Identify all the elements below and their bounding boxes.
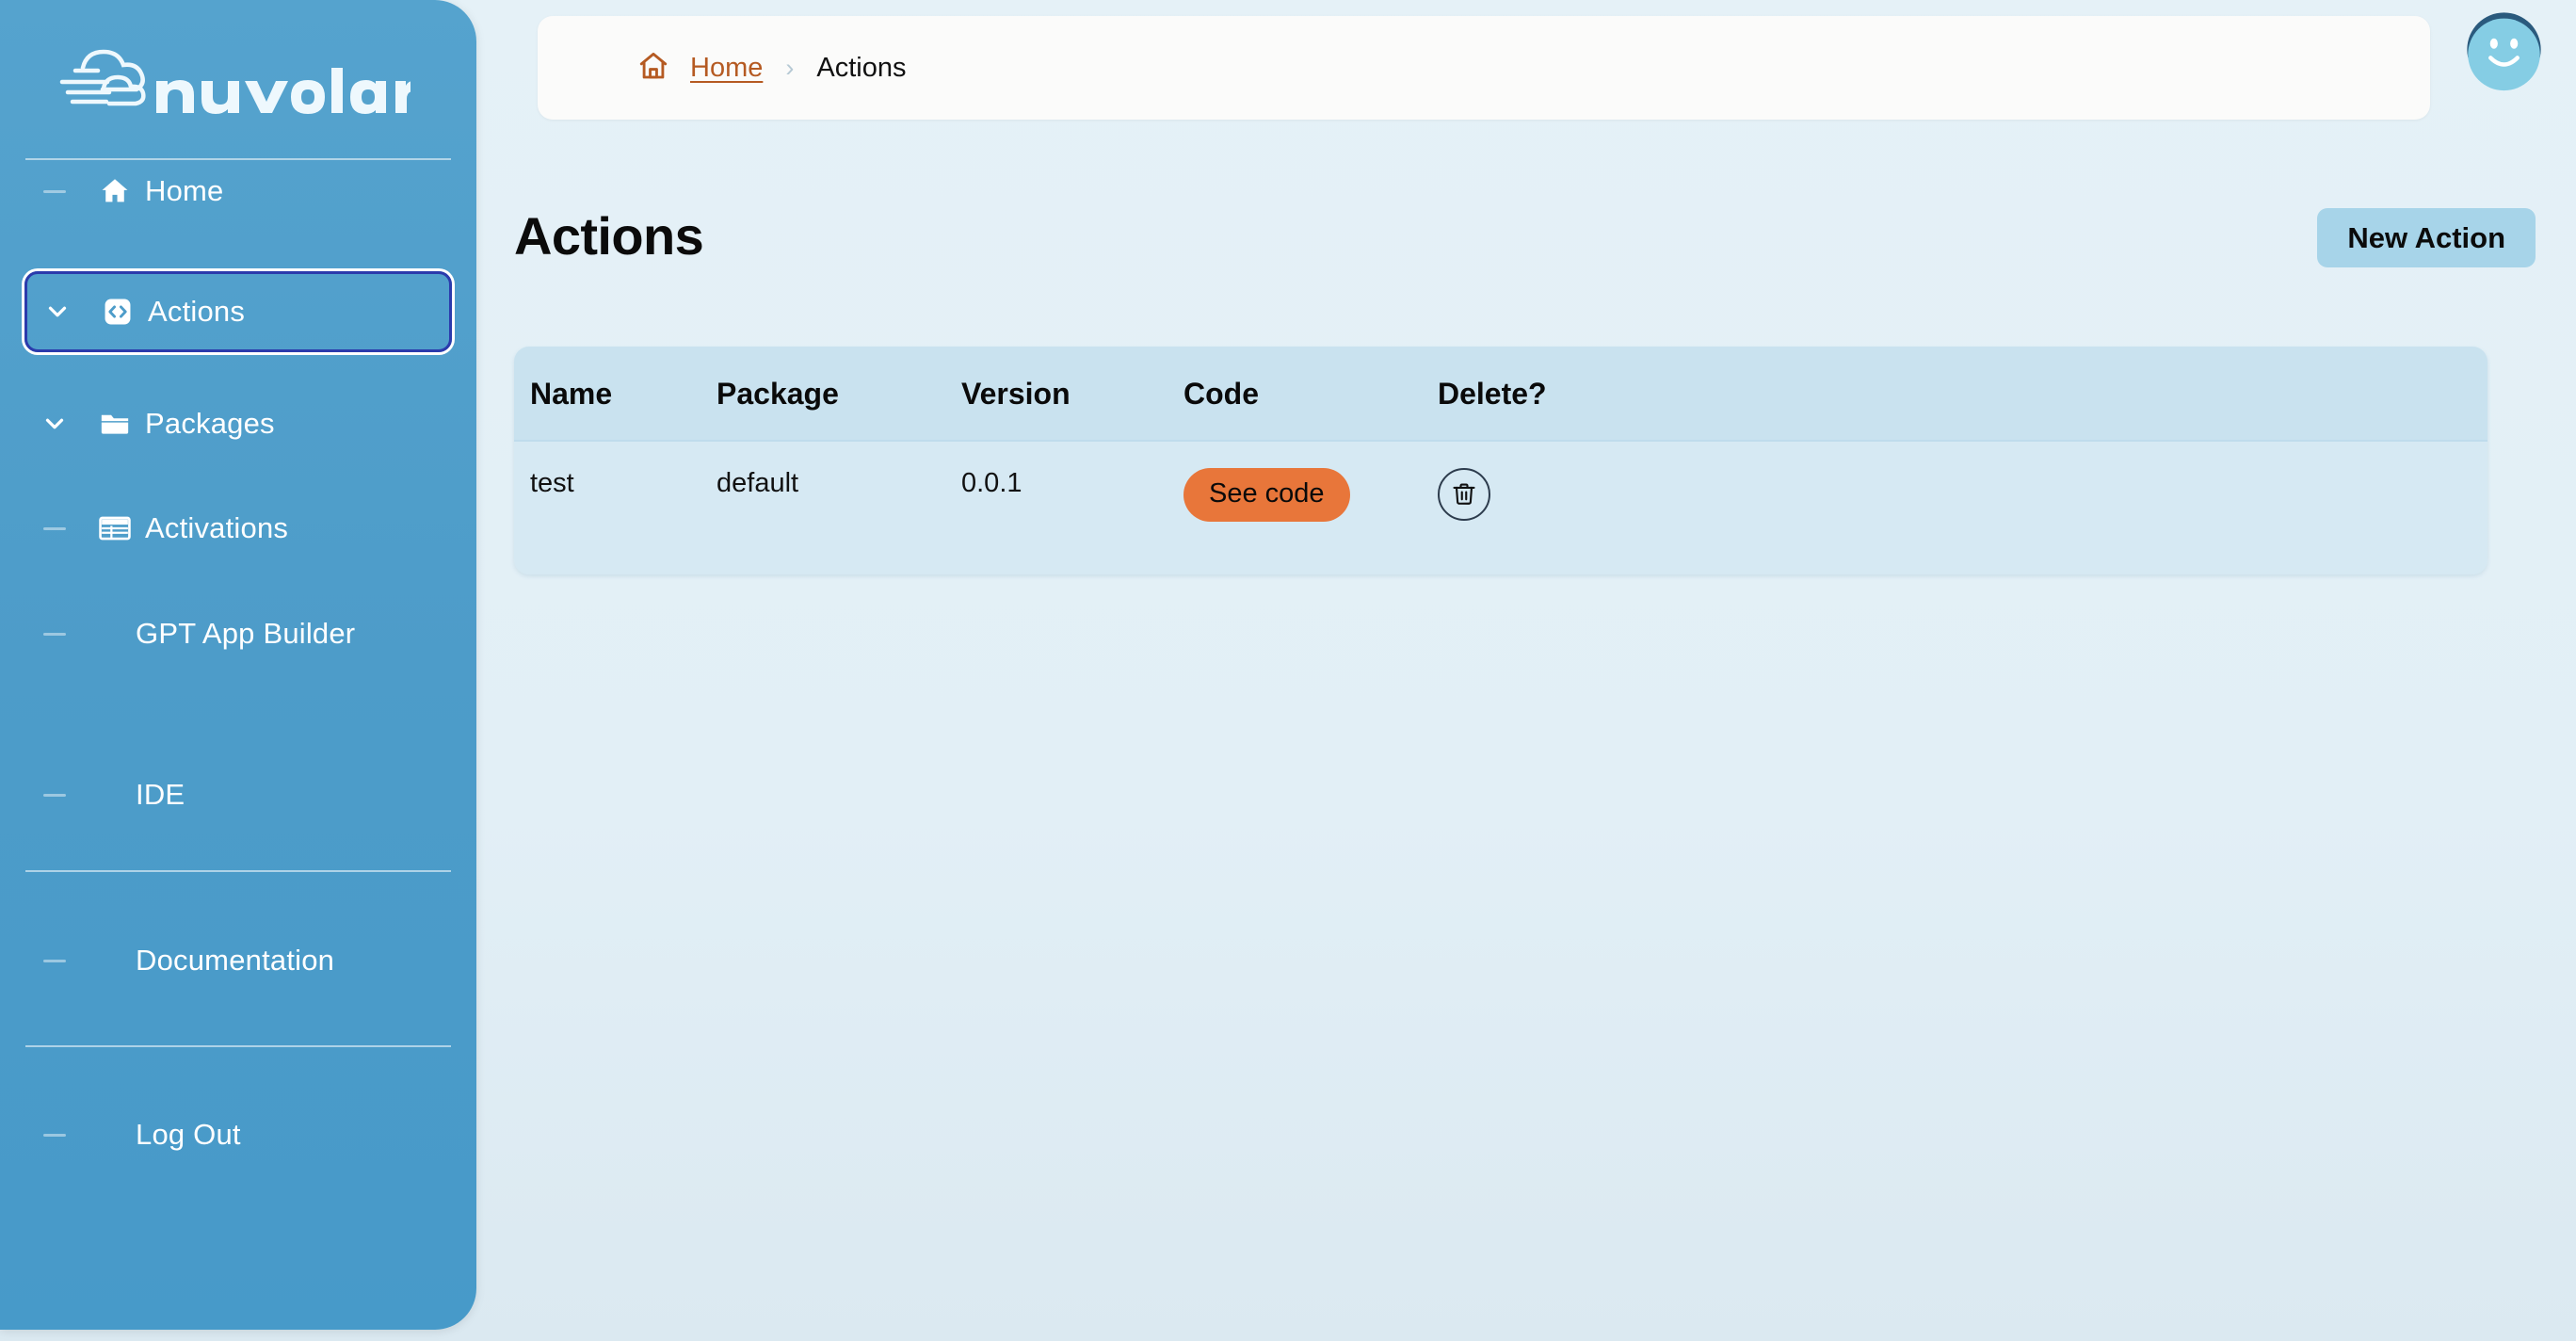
chevron-down-icon xyxy=(24,410,85,438)
new-action-button[interactable]: New Action xyxy=(2317,208,2536,267)
sidebar-divider-middle xyxy=(25,870,451,872)
table-header-row: Name Package Version Code Delete? xyxy=(514,347,2487,442)
brand-logo[interactable]: nuvolaris xyxy=(43,30,420,136)
cell-name: test xyxy=(530,468,574,498)
folder-icon xyxy=(85,408,145,440)
sidebar-item-label: Actions xyxy=(148,295,246,328)
see-code-button[interactable]: See code xyxy=(1183,468,1350,522)
dash-icon xyxy=(24,632,85,636)
sidebar-item-documentation[interactable]: Documentation xyxy=(24,924,452,997)
breadcrumb: Home › Actions xyxy=(636,49,906,88)
chevron-down-icon xyxy=(27,298,88,326)
column-header-code[interactable]: Code xyxy=(1183,347,1438,442)
sidebar-item-logout[interactable]: Log Out xyxy=(24,1098,452,1171)
cell-package: default xyxy=(716,468,799,498)
column-header-package[interactable]: Package xyxy=(716,347,961,442)
code-brackets-icon xyxy=(88,296,148,328)
table-header: Name Package Version Code Delete? xyxy=(514,347,2487,442)
cell-code: See code xyxy=(1183,441,1438,574)
actions-table: Name Package Version Code Delete? test d… xyxy=(514,347,2487,574)
sidebar: nuvolaris Home xyxy=(0,0,476,1330)
smiley-avatar-icon xyxy=(2467,12,2541,91)
sidebar-item-packages[interactable]: Packages xyxy=(24,387,452,460)
page-title: Actions xyxy=(514,206,704,266)
breadcrumb-separator-icon: › xyxy=(785,53,795,82)
sidebar-item-label: Home xyxy=(145,174,224,207)
avatar[interactable] xyxy=(2462,8,2546,91)
home-icon xyxy=(85,175,145,207)
column-header-version[interactable]: Version xyxy=(961,347,1183,442)
cell-version: 0.0.1 xyxy=(961,468,1022,498)
sidebar-item-activations[interactable]: Activations xyxy=(24,492,452,565)
sidebar-item-gpt-app-builder[interactable]: GPT App Builder xyxy=(24,597,452,670)
dash-icon xyxy=(24,189,85,193)
sidebar-item-label: GPT App Builder xyxy=(136,617,356,650)
sidebar-item-label: Packages xyxy=(145,407,275,440)
cell-delete xyxy=(1438,441,2487,574)
column-header-delete[interactable]: Delete? xyxy=(1438,347,2487,442)
trash-icon xyxy=(1453,483,1475,505)
sidebar-item-label: Log Out xyxy=(136,1118,241,1151)
main-content: Home › Actions Actions New Action Name P… xyxy=(476,0,2576,1341)
sidebar-item-actions[interactable]: Actions xyxy=(24,271,452,352)
cloud-speed-icon xyxy=(59,49,411,114)
sidebar-item-label: Documentation xyxy=(136,944,335,977)
breadcrumb-home-link[interactable]: Home xyxy=(690,53,763,84)
home-outline-icon[interactable] xyxy=(636,49,670,88)
breadcrumb-bar: Home › Actions xyxy=(538,16,2430,120)
sidebar-item-home[interactable]: Home xyxy=(24,154,452,228)
sidebar-item-label: IDE xyxy=(136,778,185,811)
sidebar-divider-bottom xyxy=(25,1045,451,1047)
app-window: nuvolaris Home xyxy=(0,0,2576,1341)
dash-icon xyxy=(24,526,85,530)
sidebar-item-label: Activations xyxy=(145,511,289,544)
dash-icon xyxy=(24,793,85,797)
table-body: test default 0.0.1 See code xyxy=(514,441,2487,574)
dash-icon xyxy=(24,959,85,962)
breadcrumb-current: Actions xyxy=(816,52,907,83)
delete-button[interactable] xyxy=(1438,468,1490,521)
column-header-name[interactable]: Name xyxy=(514,347,716,442)
dash-icon xyxy=(24,1133,85,1137)
table-row: test default 0.0.1 See code xyxy=(514,441,2487,574)
sidebar-item-ide[interactable]: IDE xyxy=(24,758,452,832)
table-icon xyxy=(85,514,145,542)
